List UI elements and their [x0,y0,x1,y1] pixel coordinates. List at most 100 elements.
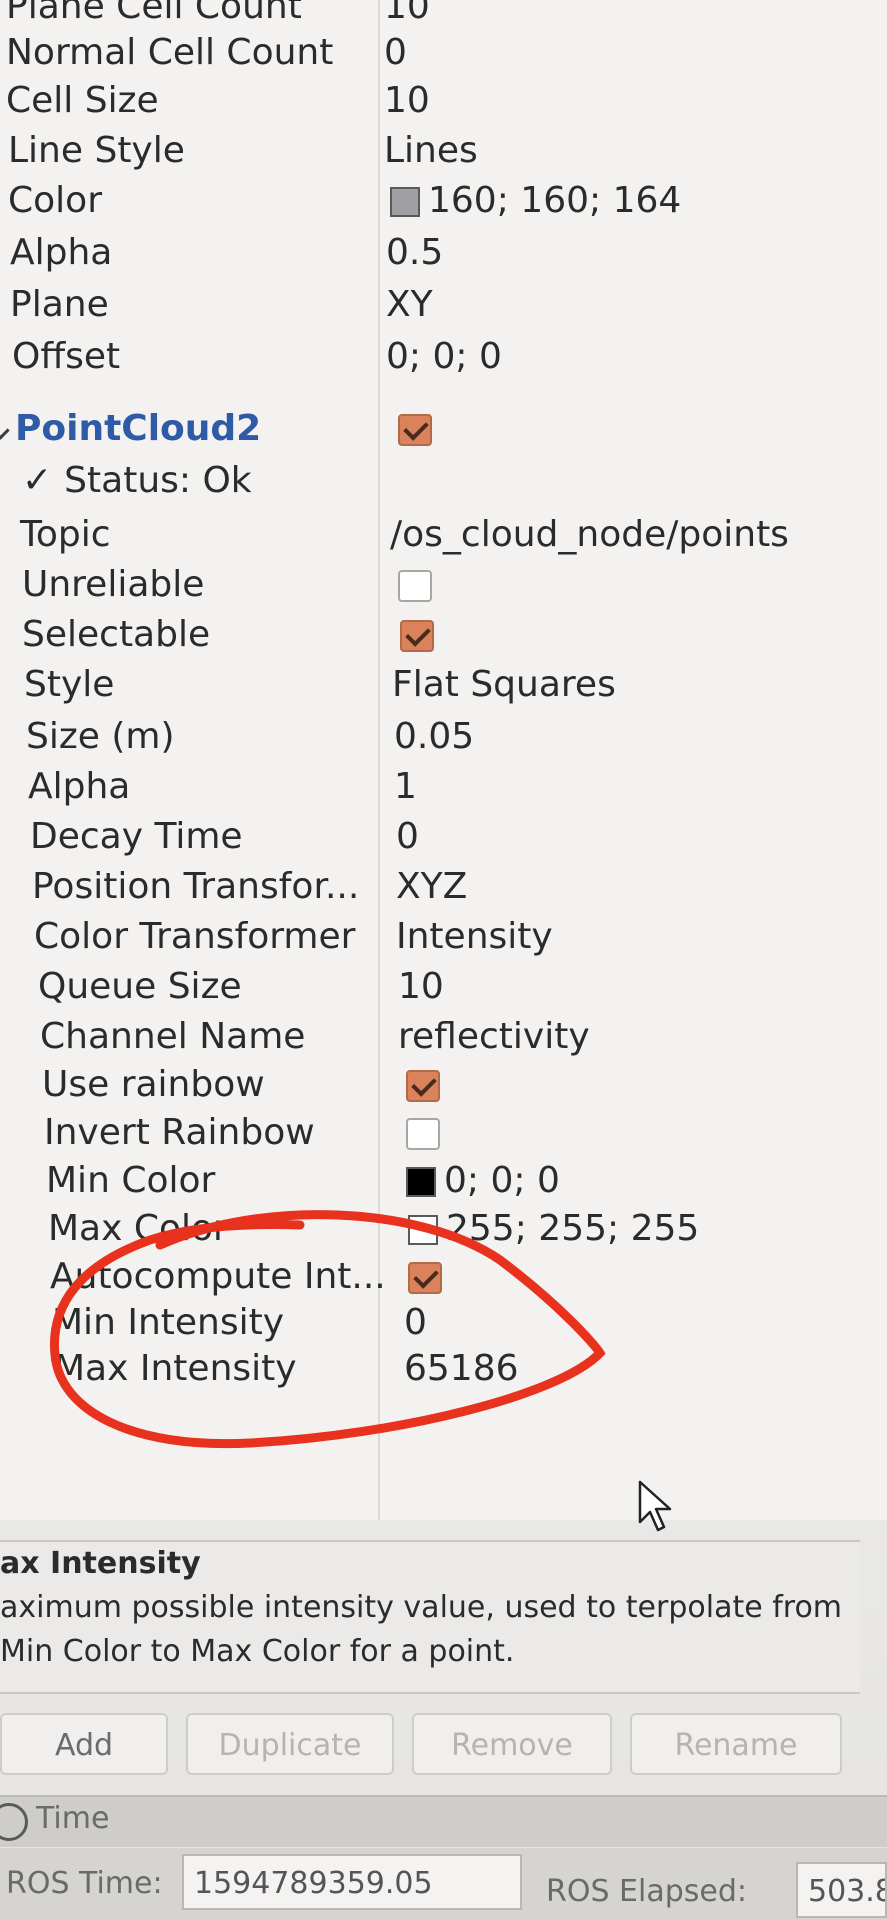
max-intensity-field[interactable]: 65186 [404,1344,519,1394]
unreliable-checkbox[interactable] [398,570,432,602]
clock-icon [0,1803,28,1841]
property-name: Max Color [48,1208,228,1249]
use-rainbow-checkbox[interactable] [406,1070,440,1102]
queue-size-field[interactable]: 10 [398,962,444,1012]
description-title: ax Intensity [0,1546,201,1581]
color-transformer-dropdown[interactable]: Intensity [396,912,553,962]
property-name: Min Color [46,1160,216,1201]
property-row-normal-cell-count[interactable]: Normal Cell Count 0 [0,28,887,78]
property-value[interactable]: Lines [384,126,478,176]
property-row-size[interactable]: Size (m) 0.05 [0,712,887,762]
property-row-alpha[interactable]: Alpha 0.5 [0,228,887,278]
unreliable-toggle[interactable] [398,560,432,610]
property-name: Max Intensity [54,1348,297,1389]
property-row-topic[interactable]: Topic /os_cloud_node/points [0,510,887,560]
property-row-min-intensity[interactable]: Min Intensity 0 [0,1298,887,1348]
property-name: Offset [12,336,121,377]
property-value[interactable]: 0.5 [386,228,443,278]
property-name: Queue Size [38,966,242,1007]
property-row-autocompute-intensity[interactable]: Autocompute Int... [0,1252,887,1302]
selectable-toggle[interactable] [400,610,434,660]
property-value[interactable]: XY [386,280,433,330]
time-panel-title: Time [36,1801,110,1836]
time-panel-header[interactable]: Time [0,1795,887,1847]
property-row-position-transformer[interactable]: Position Transfor... XYZ [0,862,887,912]
property-tree[interactable]: Plane Cell Count 10 Normal Cell Count 0 … [0,0,887,1532]
property-name: Use rainbow [42,1064,265,1105]
property-name: Invert Rainbow [44,1112,315,1153]
decay-time-field[interactable]: 0 [396,812,419,862]
ros-elapsed-label: ROS Elapsed: [546,1874,747,1909]
property-name: Cell Size [6,80,159,121]
autocompute-toggle[interactable] [408,1252,442,1302]
status-text: Status: Ok [64,460,252,501]
property-row-max-color[interactable]: Max Color 255; 255; 255 [0,1204,887,1254]
property-row-min-color[interactable]: Min Color 0; 0; 0 [0,1156,887,1206]
property-row-selectable[interactable]: Selectable [0,610,887,660]
checkmark-icon: ✓ [22,460,53,501]
invert-rainbow-toggle[interactable] [406,1108,440,1158]
property-row-color[interactable]: Color 160; 160; 164 [0,176,887,226]
topic-field[interactable]: /os_cloud_node/points [390,510,789,560]
min-color-value: 0; 0; 0 [444,1160,560,1201]
autocompute-checkbox[interactable] [408,1262,442,1294]
enabled-checkbox[interactable] [398,414,432,446]
property-row-use-rainbow[interactable]: Use rainbow [0,1060,887,1110]
property-name: Min Intensity [52,1302,285,1343]
property-name: Channel Name [40,1016,306,1057]
add-button[interactable]: Add [0,1713,168,1775]
color-swatch [408,1215,438,1245]
display-name[interactable]: PointCloud2 [0,404,261,454]
property-row-unreliable[interactable]: Unreliable [0,560,887,610]
display-enabled-toggle[interactable] [398,404,432,454]
property-value[interactable]: 0 [384,28,407,78]
ros-elapsed-field[interactable]: 503.8 [796,1862,887,1918]
property-row-max-intensity[interactable]: Max Intensity 65186 [0,1344,887,1394]
duplicate-button[interactable]: Duplicate [186,1713,394,1775]
description-text: aximum possible intensity value, used to… [0,1590,843,1669]
property-name: Decay Time [30,816,243,857]
alpha-field[interactable]: 1 [394,762,417,812]
use-rainbow-toggle[interactable] [406,1060,440,1110]
property-name: Line Style [8,130,185,171]
channel-name-dropdown[interactable]: reflectivity [398,1012,590,1062]
status-label: ✓ Status: Ok [22,456,252,506]
property-value-color[interactable]: 160; 160; 164 [390,176,681,226]
invert-rainbow-checkbox[interactable] [406,1118,440,1150]
property-value[interactable]: 0; 0; 0 [386,332,502,382]
property-row-plane[interactable]: Plane XY [0,280,887,330]
property-name: Size (m) [26,716,175,757]
property-row-channel-name[interactable]: Channel Name reflectivity [0,1012,887,1062]
max-color-field[interactable]: 255; 255; 255 [408,1204,699,1254]
property-row-color-transformer[interactable]: Color Transformer Intensity [0,912,887,962]
property-row-decay-time[interactable]: Decay Time 0 [0,812,887,862]
property-row-invert-rainbow[interactable]: Invert Rainbow [0,1108,887,1158]
property-name: Color Transformer [34,916,356,957]
min-intensity-field[interactable]: 0 [404,1298,427,1348]
display-item-pointcloud2[interactable]: PointCloud2 [0,404,887,454]
status-row[interactable]: ✓ Status: Ok [0,456,887,506]
rviz-displays-panel: Plane Cell Count 10 Normal Cell Count 0 … [0,0,887,1920]
property-row-style[interactable]: Style Flat Squares [0,660,887,710]
ros-time-label: ROS Time: [6,1866,163,1901]
style-dropdown[interactable]: Flat Squares [392,660,616,710]
color-swatch [406,1167,436,1197]
property-value[interactable]: 10 [384,76,430,126]
property-row-queue-size[interactable]: Queue Size 10 [0,962,887,1012]
property-name: Color [8,180,102,221]
remove-button[interactable]: Remove [412,1713,612,1775]
property-row-cell-size[interactable]: Cell Size 10 [0,76,887,126]
selectable-checkbox[interactable] [400,620,434,652]
property-name: Normal Cell Count [6,32,334,73]
min-color-field[interactable]: 0; 0; 0 [406,1156,560,1206]
rename-button[interactable]: Rename [630,1713,842,1775]
expand-arrow-icon[interactable] [0,420,10,440]
property-row-line-style[interactable]: Line Style Lines [0,126,887,176]
ros-time-field[interactable]: 1594789359.05 [182,1854,522,1910]
property-row-alpha-pc[interactable]: Alpha 1 [0,762,887,812]
size-field[interactable]: 0.05 [394,712,474,762]
position-transformer-dropdown[interactable]: XYZ [396,862,467,912]
property-name: Style [24,664,115,705]
max-color-value: 255; 255; 255 [446,1208,700,1249]
property-row-offset[interactable]: Offset 0; 0; 0 [0,332,887,382]
